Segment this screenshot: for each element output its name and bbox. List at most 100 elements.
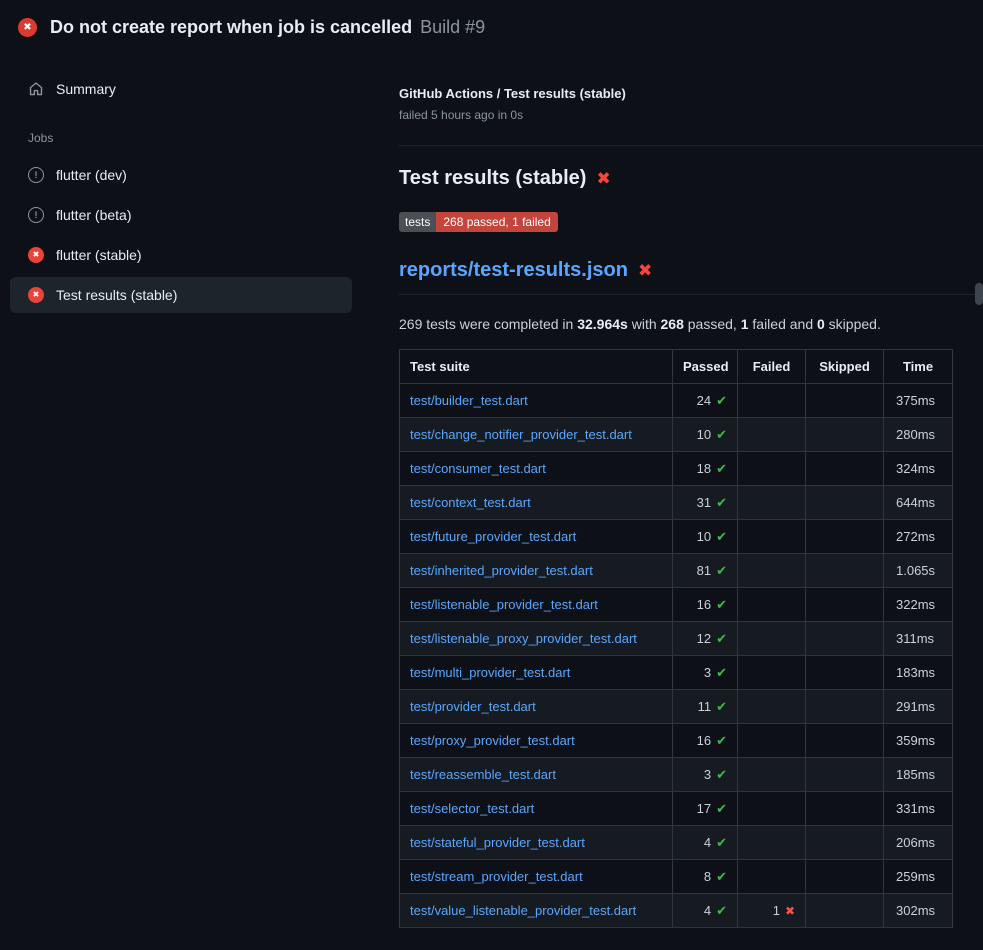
- suite-link[interactable]: test/listenable_proxy_provider_test.dart: [410, 631, 637, 646]
- skipped-cell: [806, 894, 884, 928]
- failed-cell: [738, 622, 806, 656]
- summary-part: failed and: [749, 316, 818, 332]
- breadcrumb: GitHub Actions / Test results (stable): [399, 86, 983, 101]
- time-cell: 644ms: [884, 486, 953, 520]
- failed-cell: [738, 588, 806, 622]
- table-row: test/consumer_test.dart18✔324ms: [400, 452, 953, 486]
- cross-icon: ✖: [785, 904, 795, 918]
- sidebar-item-test-results-stable[interactable]: ✖Test results (stable): [10, 277, 352, 313]
- passed-count: 10: [697, 427, 711, 442]
- sidebar-item-flutter-stable[interactable]: ✖ flutter (stable): [10, 237, 352, 273]
- suite-cell: test/listenable_proxy_provider_test.dart: [400, 622, 673, 656]
- scrollbar-thumb[interactable]: [975, 283, 983, 305]
- table-row: test/listenable_provider_test.dart 16✔ 322…: [400, 588, 953, 622]
- sidebar-jobs-list: !flutter (dev) !flutter (beta) ✖ flutter (s…: [0, 157, 399, 313]
- passed-count: 12: [697, 631, 711, 646]
- failed-cell: [738, 860, 806, 894]
- skipped-cell: [806, 384, 884, 418]
- suite-cell: test/builder_test.dart: [400, 384, 673, 418]
- suite-link[interactable]: test/change_notifier_provider_test.dart: [410, 427, 632, 442]
- suite-cell: test/reassemble_test.dart: [400, 758, 673, 792]
- suite-link[interactable]: test/context_test.dart: [410, 495, 531, 510]
- table-header-row: Test suite Passed Failed Skipped Time: [400, 350, 953, 384]
- time-cell: 359ms: [884, 724, 953, 758]
- time-cell: 375ms: [884, 384, 953, 418]
- skipped-cell: [806, 758, 884, 792]
- sidebar-item-flutter-dev[interactable]: !flutter (dev): [10, 157, 352, 193]
- time-cell: 259ms: [884, 860, 953, 894]
- passed-cell: 16✔: [673, 588, 738, 622]
- suite-cell: test/future_provider_test.dart: [400, 520, 673, 554]
- suite-link[interactable]: test/stream_provider_test.dart: [410, 869, 583, 884]
- sidebar: Summary Jobs !flutter (dev) !flutter (bet…: [0, 52, 399, 317]
- skipped-cell: [806, 418, 884, 452]
- report-file-link[interactable]: reports/test-results.json: [399, 259, 628, 282]
- passed-cell: 31✔: [673, 486, 738, 520]
- tests-badge: tests 268 passed, 1 failed: [399, 212, 558, 232]
- sidebar-item-label: flutter (dev): [56, 167, 127, 183]
- summary-part: 269 tests were completed in: [399, 316, 577, 332]
- suite-link[interactable]: test/future_provider_test.dart: [410, 529, 576, 544]
- passed-count: 8: [704, 869, 711, 884]
- suite-link[interactable]: test/multi_provider_test.dart: [410, 665, 570, 680]
- failed-cell: [738, 826, 806, 860]
- failed-cell: [738, 656, 806, 690]
- suite-link[interactable]: test/reassemble_test.dart: [410, 767, 556, 782]
- check-icon: ✔: [716, 869, 727, 884]
- suite-cell: test/change_notifier_provider_test.dart: [400, 418, 673, 452]
- time-cell: 322ms: [884, 588, 953, 622]
- home-icon: [28, 81, 44, 97]
- time-cell: 331ms: [884, 792, 953, 826]
- suite-link[interactable]: test/builder_test.dart: [410, 393, 528, 408]
- failed-x-icon: ✖: [638, 262, 652, 279]
- passed-cell: 24✔: [673, 384, 738, 418]
- summary-failed-count: 1: [741, 316, 749, 332]
- suite-link[interactable]: test/inherited_provider_test.dart: [410, 563, 593, 578]
- table-row: test/stream_provider_test.dart 8 ✔ 259ms: [400, 860, 953, 894]
- failed-cell: [738, 384, 806, 418]
- sidebar-item-summary[interactable]: Summary: [10, 71, 352, 107]
- suite-link[interactable]: test/stateful_provider_test.dart: [410, 835, 585, 850]
- failed-cell: [738, 418, 806, 452]
- table-row: test/builder_test.dart 24✔ 375ms: [400, 384, 953, 418]
- suite-link[interactable]: test/consumer_test.dart: [410, 461, 546, 476]
- sidebar-item-label: Test results (stable): [56, 287, 177, 303]
- suite-link[interactable]: test/proxy_provider_test.dart: [410, 733, 575, 748]
- skipped-cell: [806, 792, 884, 826]
- time-cell: 311ms: [884, 622, 953, 656]
- results-table-body: test/builder_test.dart 24✔ 375ms test/chang…: [400, 384, 953, 928]
- sidebar-item-flutter-beta[interactable]: !flutter (beta): [10, 197, 352, 233]
- time-cell: 324ms: [884, 452, 953, 486]
- badge-value: 268 passed, 1 failed: [436, 212, 557, 232]
- suite-link[interactable]: test/listenable_provider_test.dart: [410, 597, 598, 612]
- time-cell: 272ms: [884, 520, 953, 554]
- check-icon: ✔: [716, 835, 727, 850]
- suite-cell: test/context_test.dart: [400, 486, 673, 520]
- build-number: Build #9: [420, 17, 485, 38]
- col-header-test-suite: Test suite: [400, 350, 673, 384]
- sidebar-item-label: flutter (stable): [56, 247, 142, 263]
- passed-count: 4: [704, 903, 711, 918]
- sidebar-item-label: Summary: [56, 81, 116, 97]
- passed-cell: 10✔: [673, 520, 738, 554]
- table-row: test/multi_provider_test.dart3✔183ms: [400, 656, 953, 690]
- failed-circle-icon: ✖: [28, 247, 44, 263]
- table-row: test/proxy_provider_test.dart16✔359ms: [400, 724, 953, 758]
- suite-link[interactable]: test/value_listenable_provider_test.dart: [410, 903, 636, 918]
- suite-link[interactable]: test/provider_test.dart: [410, 699, 536, 714]
- jobs-section-heading: Jobs: [28, 131, 399, 145]
- sidebar-item-label: flutter (beta): [56, 207, 131, 223]
- suite-cell: test/selector_test.dart: [400, 792, 673, 826]
- summary-part: skipped.: [825, 316, 881, 332]
- skipped-cell: [806, 622, 884, 656]
- suite-link[interactable]: test/selector_test.dart: [410, 801, 534, 816]
- suite-cell: test/inherited_provider_test.dart: [400, 554, 673, 588]
- passed-count: 10: [697, 529, 711, 544]
- check-icon: ✔: [716, 699, 727, 714]
- summary-passed-count: 268: [661, 316, 684, 332]
- skipped-cell: [806, 520, 884, 554]
- failed-count: 1: [773, 903, 780, 918]
- passed-cell: 3✔: [673, 656, 738, 690]
- passed-count: 3: [704, 665, 711, 680]
- suite-cell: test/multi_provider_test.dart: [400, 656, 673, 690]
